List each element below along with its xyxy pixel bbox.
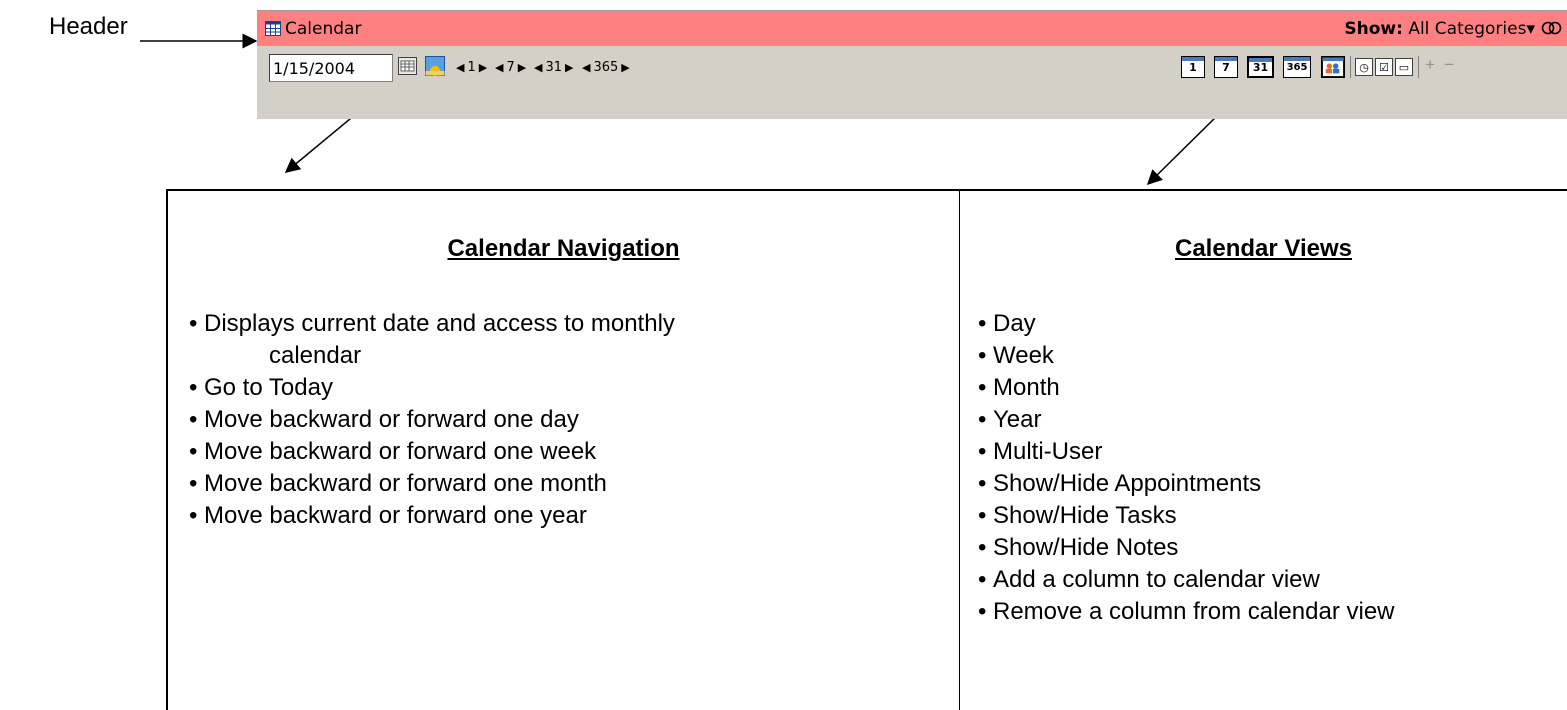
list-item: Week [978,340,1395,372]
navigation-column: Calendar Navigation Displays current dat… [166,189,960,710]
list-item: Displays current date and access to mont… [189,308,675,372]
list-item: Go to Today [189,372,675,404]
navigation-title: Calendar Navigation [447,235,680,262]
chevron-down-icon: ▾ [1526,19,1535,39]
views-title: Calendar Views [1175,235,1352,262]
toolbar-divider [1350,56,1351,78]
day-nav[interactable]: ◀ 1 ▶ [456,57,487,77]
appointments-toggle-icon[interactable]: ◷ [1355,58,1373,76]
list-item: Move backward or forward one week [189,436,675,468]
list-item: Show/Hide Tasks [978,500,1395,532]
legend-table: Calendar Navigation Displays current dat… [166,189,1567,710]
navigation-list: Displays current date and access to mont… [189,308,675,532]
forward-month-icon[interactable]: ▶ [565,61,573,74]
forward-day-icon[interactable]: ▶ [479,61,487,74]
header-title: Calendar [285,19,362,39]
date-value: 1/15/2004 [273,59,356,78]
list-item: Show/Hide Appointments [978,468,1395,500]
list-item: Remove a column from calendar view [978,596,1395,628]
year-view-button[interactable]: 365 [1283,56,1311,78]
calendar-screenshot: Calendar Show: All Categories▾ 1/15/2004 [257,10,1567,119]
day-nav-label: 1 [467,59,476,75]
list-item: Move backward or forward one year [189,500,675,532]
calendar-icon [265,21,281,36]
week-nav[interactable]: ◀ 7 ▶ [495,57,526,77]
month-view-label: 31 [1252,60,1269,74]
forward-week-icon[interactable]: ▶ [518,61,526,74]
list-item: Multi-User [978,436,1395,468]
notes-toggle-icon[interactable]: ▭ [1395,58,1413,76]
date-field[interactable]: 1/15/2004 [269,54,393,82]
month-calendar-icon[interactable] [398,57,417,75]
calendar-toolbar: 1/15/2004 ◀ 1 ▶ ◀ 7 ▶ ◀ 31 ▶ ◀ 365 ▶ 1 7… [257,46,1567,116]
list-item: Add a column to calendar view [978,564,1395,596]
views-arrow [1146,111,1222,186]
year-nav-label: 365 [593,59,619,75]
multi-user-view-icon[interactable] [1321,56,1345,78]
back-day-icon[interactable]: ◀ [456,61,464,74]
list-item: Day [978,308,1395,340]
list-item: Show/Hide Notes [978,532,1395,564]
category-filter[interactable]: Show: All Categories▾ [1344,19,1535,39]
week-nav-label: 7 [506,59,515,75]
back-year-icon[interactable]: ◀ [582,61,590,74]
toolbar-divider [1418,56,1419,78]
day-view-label: 1 [1189,60,1197,74]
today-icon[interactable] [425,56,445,76]
month-nav-label: 31 [545,59,563,75]
calendar-header: Calendar Show: All Categories▾ [257,11,1567,46]
views-column: Calendar Views Day Week Month Year Multi… [960,189,1567,710]
forward-year-icon[interactable]: ▶ [621,61,629,74]
day-view-button[interactable]: 1 [1181,56,1205,78]
linked-circles-icon[interactable] [1541,19,1563,37]
list-item: Move backward or forward one month [189,468,675,500]
list-item: Move backward or forward one day [189,404,675,436]
show-label: Show: [1344,19,1403,39]
views-list: Day Week Month Year Multi-User Show/Hide… [978,308,1395,628]
add-column-icon[interactable]: + [1425,55,1435,75]
week-view-label: 7 [1222,60,1230,74]
week-view-button[interactable]: 7 [1214,56,1238,78]
back-week-icon[interactable]: ◀ [495,61,503,74]
list-item: Month [978,372,1395,404]
year-view-label: 365 [1286,61,1308,73]
year-nav[interactable]: ◀ 365 ▶ [582,57,630,77]
remove-column-icon[interactable]: − [1444,55,1454,75]
list-item: Year [978,404,1395,436]
month-view-button[interactable]: 31 [1247,56,1274,78]
back-month-icon[interactable]: ◀ [534,61,542,74]
category-select[interactable]: All Categories [1408,19,1526,39]
month-nav[interactable]: ◀ 31 ▶ [534,57,573,77]
tasks-toggle-icon[interactable]: ☑ [1375,58,1393,76]
